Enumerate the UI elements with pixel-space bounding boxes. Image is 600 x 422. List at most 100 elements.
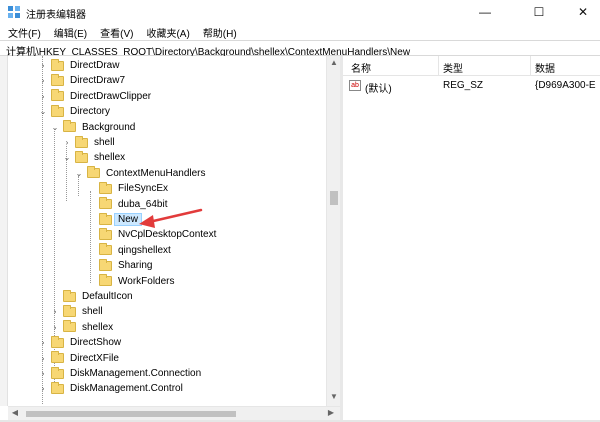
- collapse-chevron-icon[interactable]: ⌄: [50, 122, 60, 132]
- folder-icon: [51, 73, 64, 86]
- registry-value-row[interactable]: ab (默认) REG_SZ {D969A300-E: [343, 78, 600, 95]
- folder-icon: [51, 104, 64, 117]
- tree-item-label: shellex: [94, 152, 126, 164]
- tree-item[interactable]: ⌄ ContextMenuHandlers: [74, 166, 206, 181]
- menu-file[interactable]: 文件(F): [0, 24, 46, 40]
- pane-edge: [0, 56, 8, 406]
- menu-favorites[interactable]: 收藏夹(A): [138, 24, 194, 40]
- tree-item[interactable]: › DirectDrawClipper: [38, 89, 151, 104]
- scroll-up-icon[interactable]: ▲: [329, 58, 339, 68]
- expand-chevron-icon: [86, 215, 96, 225]
- expand-chevron-icon[interactable]: ›: [62, 138, 72, 148]
- tree-item[interactable]: ⌄ shellex: [62, 150, 125, 165]
- folder-icon: [51, 351, 64, 364]
- folder-icon: [75, 150, 88, 163]
- expand-chevron-icon[interactable]: ›: [38, 61, 48, 71]
- expand-chevron-icon[interactable]: ›: [38, 384, 48, 394]
- tree-item[interactable]: New: [86, 212, 143, 227]
- horizontal-scroll-thumb[interactable]: [26, 411, 236, 417]
- expand-chevron-icon: [86, 184, 96, 194]
- maximize-button[interactable]: ☐: [516, 0, 562, 24]
- expand-chevron-icon[interactable]: ›: [50, 322, 60, 332]
- tree-item-label: DiskManagement.Connection: [70, 368, 202, 379]
- tree-item-label: shell: [94, 137, 115, 148]
- tree-item[interactable]: ⌄ Background: [50, 120, 135, 135]
- annotation-arrow-icon: [139, 208, 203, 228]
- tree-item[interactable]: › DirectDraw7: [38, 73, 125, 88]
- expand-chevron-icon[interactable]: ›: [38, 369, 48, 379]
- expand-chevron-icon[interactable]: ›: [38, 338, 48, 348]
- tree-item[interactable]: › shell: [62, 135, 115, 150]
- tree-item-label: shell: [82, 306, 103, 318]
- expand-chevron-icon: [86, 230, 96, 240]
- folder-icon: [99, 212, 112, 225]
- tree-item[interactable]: › shellex: [50, 320, 113, 335]
- expand-chevron-icon[interactable]: ›: [38, 76, 48, 86]
- tree-vertical-scrollbar[interactable]: ▲ ▼: [326, 56, 340, 406]
- expand-chevron-icon[interactable]: ›: [38, 353, 48, 363]
- tree-item-label: DirectShow: [70, 337, 122, 349]
- window-title: 注册表编辑器: [26, 10, 86, 21]
- tree-item[interactable]: › DirectDraw: [38, 58, 119, 73]
- folder-icon: [99, 243, 112, 256]
- tree-item[interactable]: DefaultIcon: [50, 289, 133, 304]
- value-name: (默认): [365, 84, 392, 95]
- collapse-chevron-icon[interactable]: ⌄: [62, 153, 72, 163]
- expand-chevron-icon: [50, 292, 60, 302]
- folder-icon: [63, 304, 76, 317]
- folder-icon: [75, 135, 88, 148]
- expand-chevron-icon: [86, 261, 96, 271]
- tree-item-label: FileSyncEx: [118, 183, 169, 195]
- vertical-scroll-thumb[interactable]: [330, 191, 338, 205]
- column-header-type[interactable]: 类型: [443, 60, 463, 75]
- menu-view[interactable]: 查看(V): [92, 24, 138, 40]
- tree-item[interactable]: qingshellext: [86, 243, 171, 258]
- menu-help[interactable]: 帮助(H): [195, 24, 242, 40]
- folder-icon: [99, 227, 112, 240]
- menu-bar: 文件(F) 编辑(E) 查看(V) 收藏夹(A) 帮助(H): [0, 24, 600, 40]
- tree-item-label: DiskManagement.Control: [70, 383, 183, 395]
- folder-icon: [99, 181, 112, 194]
- expand-chevron-icon[interactable]: ›: [50, 307, 60, 317]
- scroll-down-icon[interactable]: ▼: [329, 392, 339, 402]
- expand-chevron-icon[interactable]: ›: [38, 91, 48, 101]
- folder-icon: [99, 274, 112, 287]
- tree-item[interactable]: FileSyncEx: [86, 181, 168, 196]
- value-type: REG_SZ: [443, 80, 484, 91]
- column-header-name[interactable]: 名称: [351, 60, 371, 75]
- collapse-chevron-icon[interactable]: ⌄: [38, 107, 48, 117]
- tree-item-label: Directory: [70, 106, 111, 118]
- tree-item-label: qingshellext: [118, 244, 171, 256]
- close-button[interactable]: ✕: [560, 0, 600, 24]
- scroll-left-icon[interactable]: ◀: [10, 408, 20, 418]
- collapse-chevron-icon[interactable]: ⌄: [74, 168, 84, 178]
- column-header-data[interactable]: 数据: [535, 60, 555, 75]
- tree-item-label: WorkFolders: [118, 275, 175, 287]
- tree-item[interactable]: WorkFolders: [86, 274, 175, 289]
- tree-item[interactable]: › DiskManagement.Connection: [38, 366, 201, 381]
- tree-item-label: Sharing: [118, 260, 153, 272]
- folder-icon: [63, 289, 76, 302]
- tree-item[interactable]: › DiskManagement.Control: [38, 381, 183, 396]
- minimize-button[interactable]: —: [462, 0, 508, 24]
- tree-item-label: ContextMenuHandlers: [106, 167, 206, 179]
- values-pane[interactable]: 名称 类型 数据 ab (默认) REG_SZ {D969A300-E: [340, 56, 600, 422]
- menu-edit[interactable]: 编辑(E): [46, 24, 92, 40]
- tree-item[interactable]: › shell: [50, 304, 103, 319]
- tree-item-label: shellex: [82, 321, 114, 333]
- tree-item[interactable]: ⌄ Directory: [38, 104, 110, 119]
- folder-icon: [99, 258, 112, 271]
- value-data: {D969A300-E: [535, 80, 596, 91]
- tree-horizontal-scrollbar[interactable]: ◀ ▶: [8, 406, 340, 420]
- expand-chevron-icon: [86, 276, 96, 286]
- address-bar[interactable]: 计算机\HKEY_CLASSES_ROOT\Directory\Backgrou…: [0, 40, 600, 58]
- folder-icon: [51, 335, 64, 348]
- folder-icon: [99, 197, 112, 210]
- scroll-right-icon[interactable]: ▶: [326, 408, 336, 418]
- tree-item[interactable]: › DirectShow: [38, 335, 121, 350]
- registry-editor-icon: [8, 6, 20, 18]
- expand-chevron-icon: [86, 245, 96, 255]
- string-value-icon: ab: [349, 80, 361, 91]
- tree-item[interactable]: Sharing: [86, 258, 152, 273]
- tree-item[interactable]: › DirectXFile: [38, 351, 119, 366]
